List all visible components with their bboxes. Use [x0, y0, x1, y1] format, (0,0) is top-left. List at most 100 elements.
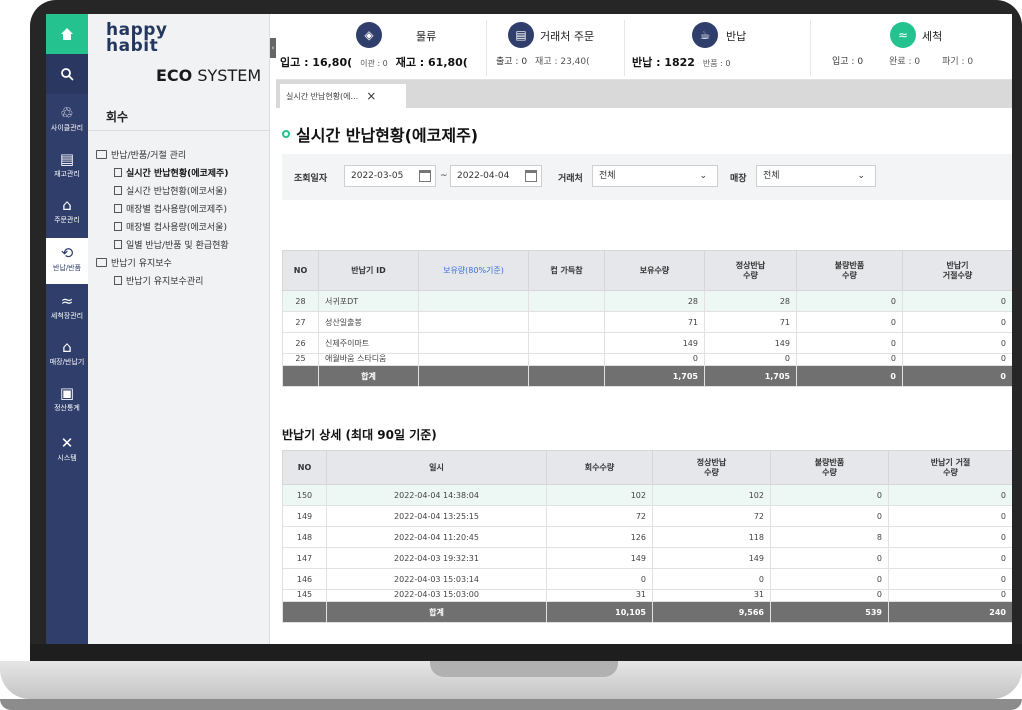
page-title: 실시간 반납현황(에코제주): [282, 122, 478, 146]
cell-no: 27: [282, 311, 319, 333]
sum-bad: 0: [796, 365, 903, 387]
menu-item-label: 반납기 유지보수관리: [126, 277, 204, 287]
menu-panel: happy habit ECO SYSTEM 회수 반납/반품/거절 관리 실시…: [88, 14, 270, 644]
box-icon: ◈: [356, 22, 382, 48]
table-row[interactable]: 149 2022-04-04 13:25:15 72 72 0 0: [282, 505, 1012, 527]
table-row[interactable]: 147 2022-04-03 19:32:31 149 149 0 0: [282, 547, 1012, 569]
date-to-input[interactable]: 2022-04-04: [450, 165, 542, 187]
page-icon: [114, 186, 122, 195]
col-header-no[interactable]: NO: [282, 250, 319, 291]
sidebar-item-store[interactable]: ⌂ 매장/반납기: [46, 332, 88, 378]
col-header-normal[interactable]: 정상반납 수량: [652, 450, 771, 485]
menu-item-daily[interactable]: 일별 반납/반품 및 환급현황: [114, 238, 229, 251]
sidebar-item-settlement[interactable]: ▣ 정산통계: [46, 378, 88, 424]
title-bullet-icon: [282, 130, 290, 138]
cell-full: [528, 290, 605, 312]
cell-datetime: 2022-04-03 15:03:00: [326, 589, 547, 602]
sidebar-item-order[interactable]: ⌂ 주문관리: [46, 190, 88, 236]
menu-item-maintenance[interactable]: 반납기 유지보수관리: [114, 274, 203, 287]
cell-rejected: 0: [888, 505, 1012, 527]
table-row[interactable]: 26 신제주이마트 149 149 0 0: [282, 332, 1012, 354]
menu-group-return[interactable]: 반납/반품/거절 관리: [96, 148, 186, 161]
col-header-held[interactable]: 보유수량: [604, 250, 705, 291]
table-return-detail: NO 일시 회수수량 정상반납 수량 불량반품 수량 반납기 거절 수량 150…: [282, 450, 1012, 644]
date-from-input[interactable]: 2022-03-05: [344, 165, 436, 187]
section-title-detail: 반납기 상세 (최대 90일 기준): [282, 428, 437, 442]
col-header-normal[interactable]: 정상반납 수량: [704, 250, 797, 291]
col-header-bad[interactable]: 불량반품 수량: [796, 250, 903, 291]
menu-item-cups-jeju[interactable]: 매장별 컵사용량(에코제주): [114, 202, 227, 215]
folder-icon: [96, 150, 107, 159]
cell-no: 145: [282, 589, 327, 602]
menu-group-label: 반납기 유지보수: [111, 259, 172, 269]
menu-item-realtime-jeju[interactable]: 실시간 반납현황(에코제주): [114, 166, 228, 179]
cell-rejected: 0: [902, 290, 1012, 312]
col-header-bad[interactable]: 불량반품 수량: [770, 450, 889, 485]
chevron-down-icon: ⌄: [699, 171, 707, 181]
cell-bad: 0: [770, 568, 889, 590]
stat-refund-count: 반품 : 0: [702, 59, 731, 68]
menu-divider: [88, 130, 270, 131]
screen: ♲ 사이클관리 ▤ 재고관리 ⌂ 주문관리 ⟲ 반납/반품 ≈ 세척장관리 ⌂ …: [46, 14, 1012, 644]
cell-full: [528, 353, 605, 366]
col-header-rejected[interactable]: 반납기 거절수량: [902, 250, 1012, 291]
cell-no: 146: [282, 568, 327, 590]
cell-datetime: 2022-04-04 14:38:04: [326, 484, 547, 506]
table-return-machines: NO 반납기 ID 보유량(80%기준) 컵 가득참 보유수량 정상반납 수량 …: [282, 250, 1012, 412]
sidebar-item-inventory[interactable]: ▤ 재고관리: [46, 144, 88, 190]
sidebar-item-label: 정산통계: [54, 404, 80, 412]
col-header-datetime[interactable]: 일시: [326, 450, 547, 485]
home-button[interactable]: [46, 14, 88, 54]
wash-icon: ≈: [890, 22, 916, 48]
calendar-icon[interactable]: [419, 170, 431, 182]
col-header-rejected[interactable]: 반납기 거절 수량: [888, 450, 1012, 485]
cell-no: 148: [282, 526, 327, 548]
col-header-machine-id[interactable]: 반납기 ID: [318, 250, 419, 291]
partner-select[interactable]: 전체 ⌄: [592, 165, 718, 187]
table-row[interactable]: 148 2022-04-04 11:20:45 126 118 8 0: [282, 526, 1012, 548]
cell-bad: 0: [770, 484, 889, 506]
col-header-collected[interactable]: 회수수량: [546, 450, 653, 485]
cell-normal: 149: [652, 547, 771, 569]
cell-rejected: 0: [902, 332, 1012, 354]
col-header-capacity[interactable]: 보유량(80%기준): [418, 250, 529, 291]
tab-realtime-return[interactable]: 실시간 반납현황(에... ×: [280, 84, 406, 108]
table-row[interactable]: 28 서귀포DT 28 28 0 0: [282, 290, 1012, 312]
sidebar-item-return[interactable]: ⟲ 반납/반품: [46, 238, 88, 284]
table-row[interactable]: 25 애월바움 스타디움 0 0 0 0: [282, 353, 1012, 366]
stats-header: ◈ 물류 입고 : 16,80(이관 : 0 재고 : 61,80( ▤ 거래처 …: [276, 14, 1012, 80]
stat-in: 입고 : 16,80(: [280, 56, 353, 69]
store-select[interactable]: 전체 ⌄: [756, 165, 876, 187]
menu-item-label: 매장별 컵사용량(에코서울): [126, 223, 227, 233]
sidebar-item-cycle[interactable]: ♲ 사이클관리: [46, 98, 88, 144]
table-row[interactable]: 146 2022-04-03 15:03:14 0 0 0 0: [282, 568, 1012, 590]
stat-order-stock: 재고 : 23,40(: [535, 57, 590, 67]
menu-item-realtime-seoul[interactable]: 실시간 반납현황(에코서울): [114, 184, 227, 197]
calendar-icon[interactable]: [525, 170, 537, 182]
cell-datetime: 2022-04-03 19:32:31: [326, 547, 547, 569]
cell-bad: 0: [770, 547, 889, 569]
search-button[interactable]: [46, 54, 88, 94]
cell-normal: 0: [652, 568, 771, 590]
close-icon[interactable]: ×: [366, 89, 376, 103]
menu-item-cups-seoul[interactable]: 매장별 컵사용량(에코서울): [114, 220, 227, 233]
sidebar-item-system[interactable]: ✕ 시스템: [46, 428, 88, 474]
col-header-no[interactable]: NO: [282, 450, 327, 485]
sidebar-item-wash[interactable]: ≈ 세척장관리: [46, 286, 88, 332]
stat-values-wash: 입고 : 0 완료 : 0 파기 : 0: [832, 54, 973, 67]
stat-out: 출고 : 0: [496, 57, 528, 67]
page-title-text: 실시간 반납현황(에코제주): [296, 126, 479, 145]
brand-logo[interactable]: happy habit: [106, 22, 168, 55]
table-row[interactable]: 145 2022-04-03 15:03:00 31 31 0 0: [282, 589, 1012, 602]
search-icon: [61, 68, 74, 81]
cell-bad: 0: [770, 589, 889, 602]
cell-datetime: 2022-04-04 11:20:45: [326, 526, 547, 548]
menu-group-maintenance[interactable]: 반납기 유지보수: [96, 256, 172, 269]
sum-rejected: 0: [902, 365, 1012, 387]
table-row[interactable]: 27 성산일출봉 71 71 0 0: [282, 311, 1012, 333]
date-separator: ~: [440, 171, 448, 181]
stat-return-count: 반납 : 1822: [632, 56, 695, 69]
col-header-full[interactable]: 컵 가득참: [528, 250, 605, 291]
table-row[interactable]: 150 2022-04-04 14:38:04 102 102 0 0: [282, 484, 1012, 506]
eco-bold: ECO: [156, 66, 193, 85]
